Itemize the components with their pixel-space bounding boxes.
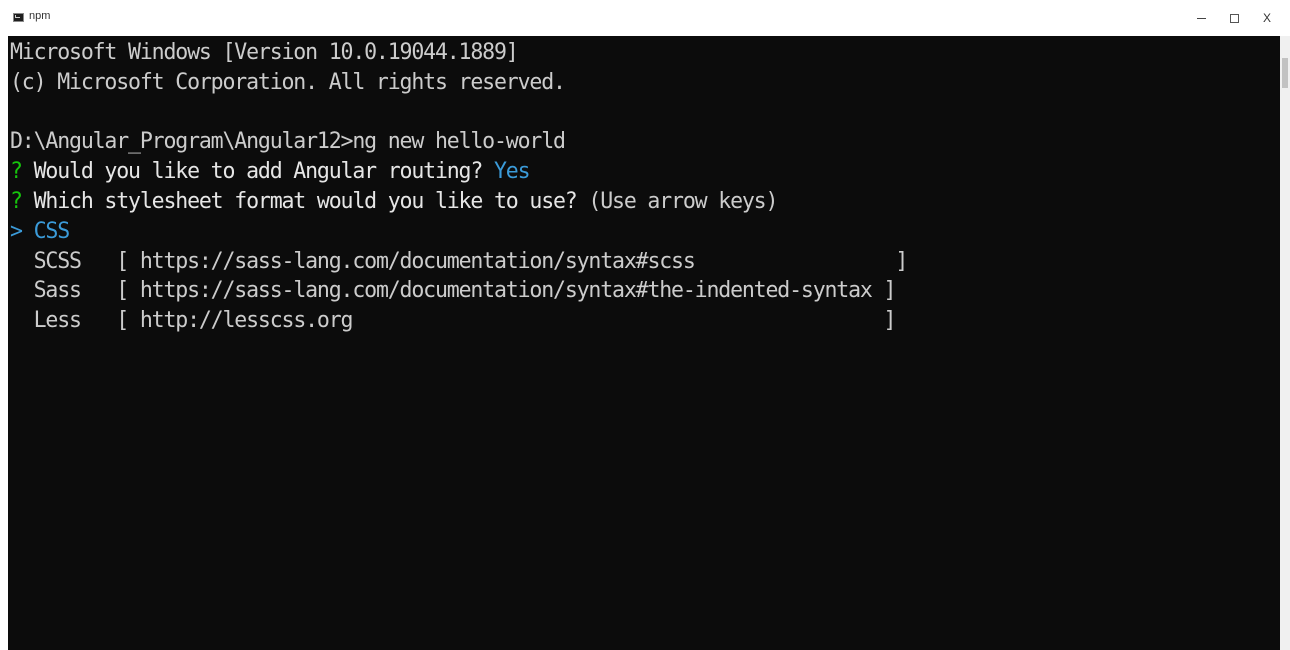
- banner-line: Microsoft Windows [Version 10.0.19044.18…: [10, 40, 519, 65]
- option-name: CSS: [33, 218, 71, 244]
- option-link: [ http://lesscss.org ]: [116, 308, 896, 334]
- routing-answer: Yes: [493, 159, 531, 185]
- option-css[interactable]: > CSS: [10, 217, 907, 247]
- npm-console-window: npm X Microsoft Windows [Version 10.0.19…: [0, 0, 1290, 650]
- question-mark: ?: [10, 159, 23, 185]
- option-marker: [10, 278, 34, 303]
- stylesheet-question: ? Which stylesheet format would you like…: [10, 187, 907, 217]
- question-text: Would you like to add Angular routing?: [21, 159, 494, 185]
- question-text: Which stylesheet format would you like t…: [21, 188, 589, 214]
- question-hint: (Use arrow keys): [588, 188, 778, 214]
- selection-marker: >: [10, 218, 34, 244]
- option-marker: [10, 249, 34, 274]
- window-title: npm: [29, 10, 51, 22]
- vertical-scrollbar[interactable]: [1280, 36, 1290, 650]
- title-bar[interactable]: npm X: [0, 0, 1290, 36]
- minimize-button[interactable]: [1183, 0, 1219, 36]
- minimize-icon: [1196, 17, 1206, 19]
- option-scss[interactable]: SCSS [ https://sass-lang.com/documentati…: [10, 247, 909, 277]
- scrollbar-thumb[interactable]: [1282, 58, 1288, 88]
- option-link: [ https://sass-lang.com/documentation/sy…: [116, 278, 896, 304]
- option-name: Less: [33, 308, 117, 334]
- option-name: Sass: [33, 278, 117, 304]
- close-icon: X: [1262, 11, 1271, 25]
- maximize-button[interactable]: [1216, 0, 1252, 36]
- command-line: D:\Angular_Program\Angular12>ng new hell…: [10, 127, 907, 157]
- option-name: SCSS: [33, 248, 117, 274]
- option-marker: [10, 308, 34, 333]
- routing-question: ? Would you like to add Angular routing?…: [10, 157, 907, 187]
- console-output-area[interactable]: Microsoft Windows [Version 10.0.19044.18…: [8, 36, 1280, 650]
- command-text: ng new hello-world: [352, 129, 566, 155]
- close-button[interactable]: X: [1249, 0, 1285, 36]
- option-less[interactable]: Less [ http://lesscss.org ]: [10, 306, 907, 336]
- question-mark: ?: [10, 188, 23, 214]
- option-link: [ https://sass-lang.com/documentation/sy…: [116, 248, 908, 274]
- console-app-icon: [13, 13, 24, 22]
- prompt-path: D:\Angular_Program\Angular12>: [10, 129, 354, 155]
- copyright-line: (c) Microsoft Corporation. All rights re…: [10, 69, 566, 95]
- maximize-icon: [1229, 13, 1239, 23]
- console-text: Microsoft Windows [Version 10.0.19044.18…: [10, 38, 909, 336]
- option-sass[interactable]: Sass [ https://sass-lang.com/documentati…: [10, 276, 907, 306]
